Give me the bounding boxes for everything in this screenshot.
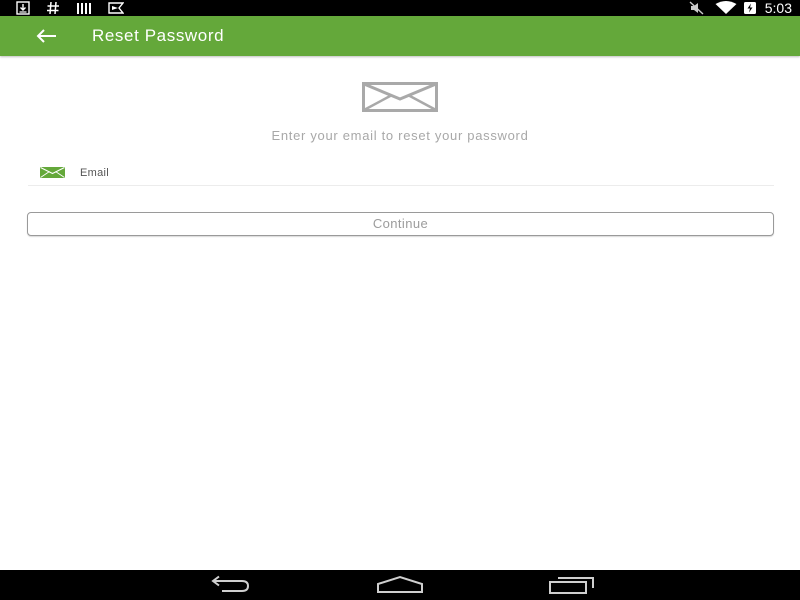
email-input[interactable] bbox=[80, 162, 770, 184]
reset-password-screen: 5:03 Reset Password Enter your email to … bbox=[0, 0, 800, 600]
app-bar: Reset Password bbox=[0, 16, 800, 56]
continue-button[interactable]: Continue bbox=[27, 212, 774, 236]
mute-icon bbox=[689, 1, 704, 15]
status-clock: 5:03 bbox=[764, 0, 792, 16]
play-store-icon bbox=[108, 2, 124, 14]
envelope-icon bbox=[362, 82, 438, 112]
status-bar: 5:03 bbox=[0, 0, 800, 16]
email-field-underline bbox=[28, 185, 774, 186]
download-icon bbox=[16, 1, 30, 15]
wifi-icon bbox=[715, 1, 737, 14]
status-right-icons: 5:03 bbox=[689, 0, 792, 16]
reset-instructions: Enter your email to reset your password bbox=[271, 128, 529, 143]
recents-nav-icon[interactable] bbox=[548, 575, 596, 595]
home-nav-icon[interactable] bbox=[376, 575, 424, 595]
back-nav-icon[interactable] bbox=[206, 575, 252, 595]
signal-bars-icon bbox=[77, 3, 91, 14]
navigation-bar bbox=[0, 570, 800, 600]
email-field-row bbox=[28, 160, 774, 186]
battery-charging-icon bbox=[743, 2, 756, 14]
page-title: Reset Password bbox=[92, 26, 225, 45]
back-button[interactable] bbox=[34, 26, 60, 46]
hash-icon bbox=[47, 1, 59, 15]
envelope-icon bbox=[40, 167, 65, 178]
status-left-icons bbox=[16, 1, 140, 15]
arrow-left-icon bbox=[36, 29, 56, 43]
